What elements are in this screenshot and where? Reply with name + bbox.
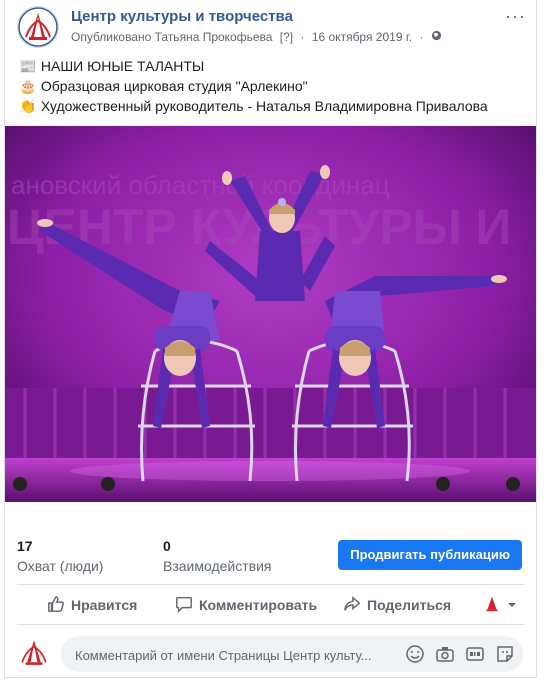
post-photo[interactable]: ановский областной координац ЦЕНТР КУЛЬТ… [5, 126, 536, 502]
published-by: Опубликовано Татьяна Прокофьева [71, 30, 273, 44]
post-meta: Опубликовано Татьяна Прокофьева [?] · 16… [71, 30, 446, 44]
engagement-label[interactable]: Взаимодействия [163, 558, 272, 574]
clapping-hand-icon: 👏 [19, 98, 37, 114]
page-avatar[interactable] [17, 6, 59, 48]
chevron-down-icon [507, 597, 523, 613]
divider [17, 584, 524, 585]
thumbs-up-icon [47, 595, 71, 616]
post-line: 👏 Художественный руководитель - Наталья … [19, 98, 488, 114]
comment-input[interactable] [73, 636, 407, 674]
post-header: Центр культуры и творчества Опубликовано… [17, 6, 526, 50]
share-icon [343, 595, 367, 616]
globe-icon[interactable] [431, 30, 442, 44]
background-text-1: ановский областной координац [11, 170, 390, 200]
share-button[interactable]: Поделиться [343, 588, 451, 622]
gif-icon[interactable] [465, 644, 485, 664]
reach-label[interactable]: Охват (люди) [17, 558, 103, 574]
help-icon[interactable]: [?] [280, 30, 293, 44]
like-label: Нравится [71, 597, 138, 613]
commenter-avatar[interactable] [17, 636, 51, 670]
page-name-link[interactable]: Центр культуры и творчества [71, 8, 293, 25]
comment-label: Комментировать [199, 597, 318, 613]
emoji-icon[interactable] [405, 644, 425, 664]
post-text: 📰 НАШИ ЮНЫЕ ТАЛАНТЫ 🎂 Образцовая циркова… [19, 56, 526, 116]
more-options-icon[interactable]: ··· [505, 6, 526, 27]
reach-value: 17 [17, 538, 33, 554]
sticker-icon[interactable] [495, 644, 515, 664]
post-actions: Нравится Комментировать Поделиться [5, 588, 536, 622]
post-date-link[interactable]: 16 октября 2019 г. [312, 30, 412, 44]
promote-post-button[interactable]: Продвигать публикацию [338, 540, 522, 570]
like-button[interactable]: Нравится [47, 588, 137, 622]
post-insights: 17 Охват (люди) 0 Взаимодействия Продвиг… [5, 526, 536, 586]
cake-icon: 🎂 [19, 78, 37, 94]
share-label: Поделиться [367, 597, 452, 613]
post-line: 🎂 Образцовая цирковая студия "Арлекино" [19, 78, 308, 94]
page-avatar-small [483, 595, 507, 616]
camera-icon[interactable] [435, 644, 455, 664]
divider [17, 624, 524, 625]
comment-composer [5, 632, 536, 676]
post-as-selector[interactable] [483, 588, 523, 622]
comment-button[interactable]: Комментировать [175, 588, 317, 622]
comment-box [61, 636, 523, 674]
post-card: Центр культуры и творчества Опубликовано… [4, 0, 537, 678]
engagement-value: 0 [163, 538, 171, 554]
newspaper-icon: 📰 [19, 58, 37, 74]
post-line: 📰 НАШИ ЮНЫЕ ТАЛАНТЫ [19, 58, 205, 74]
comment-icon [175, 595, 199, 616]
